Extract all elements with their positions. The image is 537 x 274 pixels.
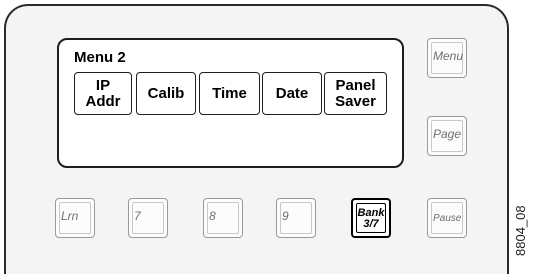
softkey-panel-saver[interactable]: Panel Saver <box>324 72 387 115</box>
bank-button-label: Bank 3/7 <box>357 207 385 230</box>
nine-button-label: 9 <box>282 209 289 223</box>
menu-button[interactable]: Menu <box>427 38 467 78</box>
softkey-date[interactable]: Date <box>262 72 322 115</box>
menu-button-label: Menu <box>433 49 464 63</box>
softkey-calib[interactable]: Calib <box>136 72 196 115</box>
page-button-label: Page <box>433 127 462 141</box>
seven-button[interactable]: 7 <box>128 198 168 238</box>
eight-button-label: 8 <box>209 209 216 223</box>
softkey-time[interactable]: Time <box>199 72 260 115</box>
nine-button[interactable]: 9 <box>276 198 316 238</box>
pause-button-label: Pause <box>433 213 462 224</box>
page-button[interactable]: Page <box>427 116 467 156</box>
seven-button-label: 7 <box>134 209 141 223</box>
lcd-display: Menu 2 IP Addr Calib Time Date Panel Sav… <box>57 38 404 168</box>
learn-button[interactable]: Lrn <box>55 198 95 238</box>
menu-title: Menu 2 <box>74 49 126 66</box>
learn-button-label: Lrn <box>61 209 79 223</box>
figure-id: 8804_08 <box>513 205 528 256</box>
eight-button[interactable]: 8 <box>203 198 243 238</box>
softkey-ip-addr[interactable]: IP Addr <box>74 72 132 115</box>
bank-button[interactable]: Bank 3/7 <box>351 198 391 238</box>
pause-button[interactable]: Pause <box>427 198 467 238</box>
